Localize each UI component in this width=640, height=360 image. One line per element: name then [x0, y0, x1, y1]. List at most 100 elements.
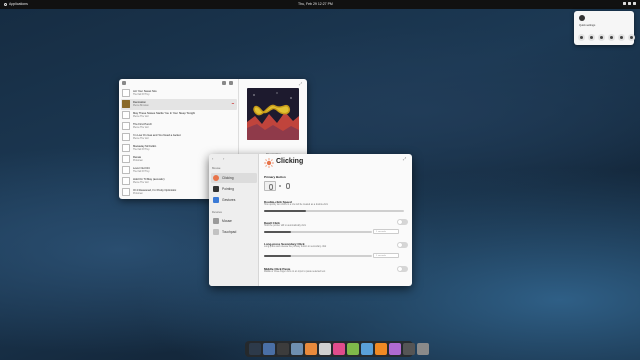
sidebar-item-label: Mouse [222, 219, 232, 223]
track-row[interactable]: Macaulay McCulkin The Fall Of Troy [121, 143, 237, 154]
monitor-icon[interactable] [263, 343, 275, 355]
clicking-icon [264, 158, 274, 168]
long-press-delay-field[interactable]: 1 seconds [373, 253, 399, 258]
track-text: I'm Low On Gas and You Need a Jacket Pier… [133, 134, 181, 140]
track-artist: Protomen [133, 159, 143, 162]
web-icon[interactable] [389, 343, 401, 355]
middle-click-paste-toggle[interactable] [397, 266, 408, 272]
power-profile-icon[interactable] [608, 34, 615, 41]
music-headerbar [119, 79, 239, 87]
quick-settings-label: Quick settings [579, 24, 596, 27]
sidebar-item-label: Clicking [222, 176, 234, 180]
track-row[interactable]: Act Your Sweet Sire The Fall Of Troy [121, 88, 237, 99]
primary-left-option[interactable] [264, 181, 276, 191]
mouse-icon [213, 218, 219, 224]
music-icon[interactable] [375, 343, 387, 355]
primary-right-option[interactable] [279, 181, 294, 191]
sidebar-item-label: Touchpad [222, 230, 237, 234]
long-press-toggle[interactable] [397, 242, 408, 248]
album-art-icon [122, 122, 130, 131]
track-artist: Pierce The Veil [133, 181, 149, 184]
mouse-settings-window: ‹ › Mouse Clicking Pointing Gestures Devic… [209, 154, 412, 286]
touchpad-icon [213, 229, 219, 235]
notes-icon[interactable] [347, 343, 359, 355]
album-art-icon [122, 155, 130, 164]
sidebar-section-devices: Devices [212, 210, 222, 214]
clock[interactable]: Thu, Feb 29 12:27 PM [298, 2, 333, 6]
album-art-icon [122, 166, 130, 175]
network-icon [623, 2, 626, 5]
album-art-icon [122, 188, 130, 197]
track-text: The First Punch Pierce The Veil [133, 123, 152, 129]
search-icon[interactable] [222, 81, 226, 85]
wifi-icon[interactable] [578, 34, 585, 41]
dwell-click-toggle[interactable] [397, 219, 408, 225]
track-artist: The Fall Of Troy [133, 170, 150, 173]
code-icon[interactable] [277, 343, 289, 355]
track-text: Macaulay McCulkin The Fall Of Troy [133, 145, 156, 151]
track-text: Act Your Sweet Sire The Fall Of Troy [133, 90, 157, 96]
quick-settings-popover: Quick settings [574, 11, 635, 45]
sidebar-item-gestures[interactable]: Gestures [211, 195, 257, 205]
bluetooth-icon[interactable] [588, 34, 595, 41]
dwell-click-slider[interactable] [264, 231, 372, 233]
expand-icon[interactable]: ⤢ [299, 81, 302, 86]
track-text: Hold On Til May (acoustic) Pierce The Vei… [133, 178, 165, 184]
sidebar-item-clicking[interactable]: Clicking [211, 173, 257, 183]
track-row[interactable]: Decoration Pierce Brosnan ▬ [121, 99, 237, 110]
settings-sidebar: ‹ › Mouse Clicking Pointing Gestures Devic… [209, 154, 259, 286]
track-row[interactable]: The First Punch Pierce The Veil [121, 121, 237, 132]
sidebar-item-label: Gestures [222, 198, 236, 202]
camera-icon[interactable] [403, 343, 415, 355]
dark-mode-icon[interactable] [598, 34, 605, 41]
back-icon[interactable] [122, 81, 126, 85]
applications-menu[interactable]: Applications [4, 2, 28, 6]
track-row[interactable]: I'm Low On Gas and You Need a Jacket Pier… [121, 132, 237, 143]
long-press-slider[interactable] [264, 255, 372, 257]
double-click-slider[interactable] [264, 210, 404, 212]
airplane-icon[interactable] [628, 34, 635, 41]
album-art-icon [122, 144, 130, 153]
terminal-icon[interactable] [249, 343, 261, 355]
sidebar-device-mouse[interactable]: Mouse [211, 216, 257, 226]
sidebar-item-pointing[interactable]: Pointing [211, 184, 257, 194]
track-text: Ol 4 Reasoned, I'm Pretty Optimistic Prot… [133, 189, 176, 195]
dock [245, 341, 429, 357]
battery-icon [633, 2, 636, 5]
files-icon[interactable] [291, 343, 303, 355]
volume-icon [628, 2, 631, 5]
track-artist: The Fall Of Troy [133, 93, 150, 96]
track-artist: The Fall Of Troy [133, 148, 150, 151]
forward-icon[interactable]: › [223, 156, 224, 161]
album-art-icon [122, 89, 130, 98]
close-icon[interactable]: ⤢ [403, 156, 406, 161]
sidebar-device-touchpad[interactable]: Touchpad [211, 227, 257, 237]
disk-icon[interactable] [319, 343, 331, 355]
store-icon[interactable] [305, 343, 317, 355]
album-art-icon [122, 133, 130, 142]
track-artist: Pierce The Veil [133, 137, 149, 140]
track-artist: Pierce The Veil [133, 115, 149, 118]
pointing-icon [213, 186, 219, 192]
system-tray[interactable] [623, 2, 636, 5]
album-art-icon [122, 177, 130, 186]
back-icon[interactable]: ‹ [212, 156, 213, 161]
tasks-icon[interactable] [333, 343, 345, 355]
night-light-icon[interactable] [618, 34, 625, 41]
gestures-icon [213, 197, 219, 203]
track-row[interactable]: May These Noises Startle You In Your Sle… [121, 110, 237, 121]
track-text: May These Noises Startle You In Your Sle… [133, 112, 195, 118]
long-press-description: Long-press and release the primary butto… [264, 246, 327, 248]
menu-icon[interactable] [229, 81, 233, 85]
clicking-icon [213, 175, 219, 181]
applications-label: Applications [9, 2, 28, 6]
brightness-icon[interactable] [579, 15, 585, 21]
dwell-click-delay-field[interactable]: 1 seconds [373, 229, 399, 234]
settings-icon[interactable] [417, 343, 429, 355]
track-artist: Pierce The Veil [133, 126, 149, 129]
album-art-icon [122, 111, 130, 120]
primary-button-label: Primary Button [264, 175, 286, 179]
album-art-icon [122, 100, 130, 109]
photos-icon[interactable] [361, 343, 373, 355]
track-artist: Protomen [133, 192, 143, 195]
